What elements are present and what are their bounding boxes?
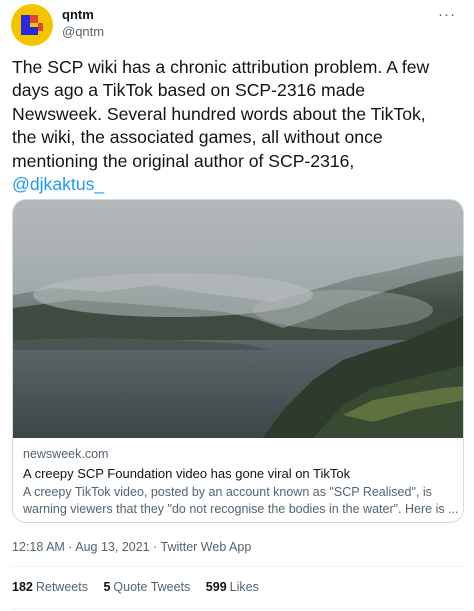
mention-link[interactable]: @djkaktus_ [12,174,104,194]
tweet-time[interactable]: 12:18 AM [12,540,65,554]
quote-tweets-count: 5 [103,580,111,594]
likes-count: 599 [205,580,227,594]
card-meta: newsweek.com A creepy SCP Foundation vid… [13,438,463,518]
tweet-line: the wiki, the associated games, all with… [12,127,383,148]
avatar[interactable] [11,4,53,46]
engagement-stats: 182 Retweets 5 Quote Tweets 599 Likes [12,580,271,594]
tweet-text: The SCP wiki has a chronic attribution p… [12,56,464,196]
quote-tweets-stat[interactable]: 5 Quote Tweets [103,580,190,594]
likes-label: Likes [229,580,259,594]
avatar-pixel [21,15,30,35]
tweet-client[interactable]: Twitter Web App [161,540,252,554]
card-domain: newsweek.com [23,447,109,461]
avatar-pixel [38,23,43,31]
display-name[interactable]: qntm [62,7,104,23]
tweet-timestamp: 12:18 AM · Aug 13, 2021 · Twitter Web Ap… [12,540,251,554]
separator: · [64,540,76,554]
tweet-line: Newsweek. Several hundred words about th… [12,103,426,124]
divider [12,608,464,609]
divider [12,566,464,567]
separator: · [149,540,161,554]
tweet-line: The SCP wiki has a chronic attribution p… [12,57,430,77]
more-options-icon[interactable]: ··· [438,6,456,23]
likes-stat[interactable]: 599 Likes [206,580,259,594]
misty-lake-image [13,200,463,438]
handle[interactable]: @qntm [62,24,104,40]
quote-tweets-label: Quote Tweets [113,580,191,594]
avatar-pixel [30,27,38,35]
retweets-count: 182 [12,580,33,594]
card-description-line: warning viewers that they "do not recogn… [23,502,459,516]
link-card[interactable]: newsweek.com A creepy SCP Foundation vid… [12,199,464,523]
tweet-line: mentioning the original author of SCP-23… [12,150,355,171]
author-info[interactable]: qntm @qntm [62,7,104,40]
card-title: A creepy SCP Foundation video has gone v… [23,466,351,481]
retweets-stat[interactable]: 182 Retweets [12,580,88,594]
card-image[interactable] [13,200,463,438]
card-description: A creepy TikTok video, posted by an acco… [23,484,459,518]
tweet-line: days ago a TikTok based on SCP-2316 made [12,80,366,101]
tweet-date[interactable]: Aug 13, 2021 [75,540,149,554]
avatar-pixel [30,15,38,23]
retweets-label: Retweets [35,580,88,594]
card-description-line: A creepy TikTok video, posted by an acco… [23,485,432,499]
